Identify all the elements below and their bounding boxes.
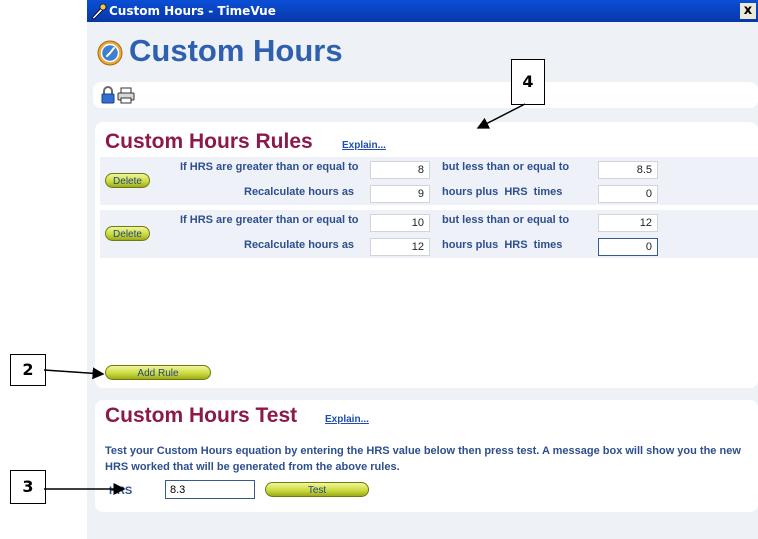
print-icon[interactable] [117,85,135,105]
max-hrs-field[interactable]: 12 [598,214,658,232]
multiplier-field[interactable]: 0 [598,238,658,256]
recalc-label: Recalculate hours as [244,186,355,198]
title-bar: Custom Hours - TimeVue x [87,0,758,22]
close-button[interactable]: x [740,3,756,19]
test-button[interactable]: Test [265,482,369,497]
max-hrs-field[interactable]: 8.5 [598,161,658,179]
callout-4: 4 [511,59,545,105]
app-window: Custom Hours - TimeVue x Custom Hours Cu… [87,0,758,539]
but-le-label: but less than or equal to [442,161,570,173]
callout-2: 2 [10,354,46,386]
if-ge-label: If HRS are greater than or equal to [180,214,359,226]
lock-icon[interactable] [99,85,117,105]
but-le-label: but less than or equal to [442,214,570,226]
plus-times-label: hours plus HRS times [442,239,563,251]
if-ge-label: If HRS are greater than or equal to [180,161,359,173]
app-icon [91,3,107,20]
rules-explain-link[interactable]: Explain... [342,140,386,151]
delete-rule-button[interactable]: Delete [105,173,150,188]
rules-panel: Custom Hours Rules Explain... Delete If … [95,122,758,388]
base-hours-field[interactable]: 12 [370,238,430,256]
base-hours-field[interactable]: 9 [370,185,430,203]
recalc-label: Recalculate hours as [244,239,355,251]
hrs-label: HRS [109,485,133,497]
delete-rule-button[interactable]: Delete [105,226,150,241]
clock-icon [97,40,123,66]
rules-section-title: Custom Hours Rules [105,130,313,153]
add-rule-button[interactable]: Add Rule [105,365,211,380]
test-explain-link[interactable]: Explain... [325,414,369,425]
plus-times-label: hours plus HRS times [442,186,563,198]
page-title: Custom Hours [129,33,343,68]
test-description: Test your Custom Hours equation by enter… [105,445,741,473]
toolbar [93,82,758,108]
rule-row: Delete If HRS are greater than or equal … [100,210,758,258]
rule-row: Delete If HRS are greater than or equal … [100,157,758,205]
window-title: Custom Hours - TimeVue [109,4,276,18]
callout-3: 3 [10,470,46,504]
min-hrs-field[interactable]: 10 [370,214,430,232]
multiplier-field[interactable]: 0 [598,185,658,203]
hrs-input[interactable]: 8.3 [165,480,255,499]
min-hrs-field[interactable]: 8 [370,161,430,179]
test-section-title: Custom Hours Test [105,404,298,427]
test-panel: Custom Hours Test Explain... Test your C… [95,400,758,512]
